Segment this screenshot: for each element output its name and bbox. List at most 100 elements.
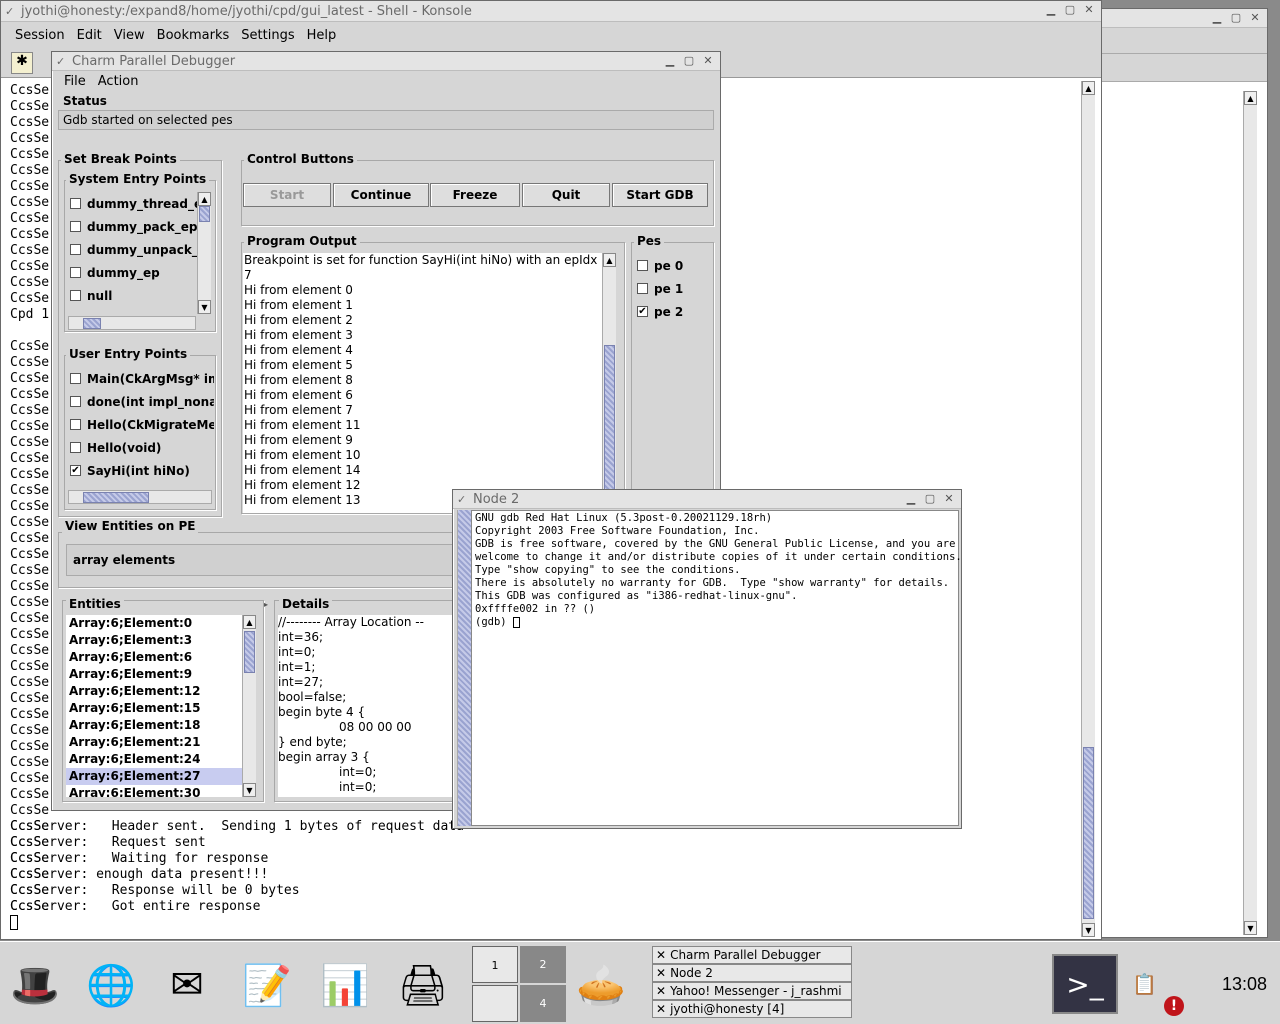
scrollbar-thumb[interactable] <box>604 345 615 505</box>
pager-desktop-4[interactable]: 4 <box>520 985 566 1022</box>
clock[interactable]: 13:08 <box>1222 974 1267 995</box>
scroll-up-icon[interactable]: ▲ <box>1082 81 1095 95</box>
checkbox[interactable]: ✔ <box>70 465 81 476</box>
checkbox[interactable] <box>70 267 81 278</box>
checkbox[interactable] <box>70 419 81 430</box>
start-gdb-button[interactable]: Start GDB <box>612 183 708 207</box>
list-item[interactable]: Array:6;Element:3 <box>66 632 243 649</box>
list-item[interactable]: Array:6;Element:9 <box>66 666 243 683</box>
scroll-down-icon[interactable]: ▼ <box>243 783 256 797</box>
checkbox-item[interactable]: dummy_unpack_e <box>70 238 198 261</box>
system-ep-hscroll[interactable] <box>68 316 196 330</box>
email-icon[interactable]: ✉ <box>156 952 218 1018</box>
list-item[interactable]: Array:6;Element:15 <box>66 700 243 717</box>
web-browser-icon[interactable]: 🌐 <box>80 952 142 1018</box>
window-menu-icon[interactable]: ✓ <box>5 5 17 18</box>
freeze-button[interactable]: Freeze <box>430 183 520 207</box>
checkbox-item[interactable]: dummy_thread_ep <box>70 192 198 215</box>
checkbox[interactable] <box>637 283 648 294</box>
checkbox-item[interactable]: ✔ pe 2 <box>637 300 707 323</box>
checkbox-item[interactable]: dummy_ep <box>70 261 198 284</box>
terminal-launcher-icon[interactable]: >_ <box>1052 954 1118 1014</box>
continue-button[interactable]: Continue <box>333 183 429 207</box>
node2-titlebar[interactable]: ✓ Node 2 ▁ ▢ ✕ <box>453 490 961 509</box>
checkbox-item[interactable]: ✔ SayHi(int hiNo) <box>70 459 214 482</box>
list-item[interactable]: Array:6;Element:0 <box>66 615 243 632</box>
menu-bookmarks[interactable]: Bookmarks <box>151 28 236 43</box>
pager-desktop-1[interactable]: 1 <box>472 946 518 983</box>
start-button[interactable]: Start <box>243 183 331 207</box>
minimize-icon[interactable]: ▁ <box>1043 2 1059 17</box>
checkbox-item[interactable]: pe 1 <box>637 277 707 300</box>
maximize-icon[interactable]: ▢ <box>1062 2 1078 17</box>
checkbox-item[interactable]: null <box>70 284 198 307</box>
redhat-menu-icon[interactable]: 🎩 <box>4 952 66 1018</box>
new-session-icon[interactable]: ✱ <box>11 52 33 74</box>
quit-button[interactable]: Quit <box>522 183 610 207</box>
maximize-icon[interactable]: ▢ <box>681 53 697 68</box>
printer-icon[interactable]: 🖨 <box>392 952 454 1018</box>
maximize-icon[interactable]: ▢ <box>1228 10 1244 25</box>
debugger-titlebar[interactable]: ✓ Charm Parallel Debugger ▁ ▢ ✕ <box>52 52 720 71</box>
node2-scrollbar[interactable] <box>457 510 471 826</box>
checkbox[interactable]: ✔ <box>637 306 648 317</box>
taskbar-task[interactable]: ✕ Charm Parallel Debugger <box>652 946 852 964</box>
gdb-terminal[interactable]: GNU gdb Red Hat Linux (5.3post-0.2002112… <box>471 510 962 826</box>
program-output[interactable]: Breakpoint is set for function SayHi(int… <box>243 253 611 513</box>
menu-view[interactable]: View <box>108 28 151 43</box>
konsole-scrollbar[interactable]: ▲ ▼ <box>1081 81 1095 937</box>
konsole-titlebar[interactable]: ✓ jyothi@honesty:/expand8/home/jyothi/cp… <box>1 1 1101 22</box>
list-item[interactable]: Array:6;Element:12 <box>66 683 243 700</box>
menu-session[interactable]: Session <box>9 28 71 43</box>
background-window-titlebar[interactable]: ▁ ▢ ✕ <box>1101 9 1267 28</box>
terminal-text-bottom[interactable]: CcsServer: Header sent. Sending 1 bytes … <box>10 819 480 915</box>
window-menu-icon[interactable]: ✓ <box>56 55 68 68</box>
scrollbar-thumb[interactable] <box>83 492 149 503</box>
entities-vscroll[interactable]: ▲ ▼ <box>242 615 256 797</box>
checkbox[interactable] <box>70 221 81 232</box>
pager-desktop-3[interactable] <box>472 985 518 1022</box>
checkbox-item[interactable]: dummy_pack_ep <box>70 215 198 238</box>
scroll-down-icon[interactable]: ▼ <box>198 300 211 314</box>
minimize-icon[interactable]: ▁ <box>903 491 919 506</box>
checkbox[interactable] <box>70 442 81 453</box>
scrollbar-thumb[interactable] <box>199 206 210 222</box>
scroll-down-icon[interactable]: ▼ <box>1244 921 1257 935</box>
checkbox-item[interactable]: Main(CkArgMsg* im <box>70 367 214 390</box>
minimize-icon[interactable]: ▁ <box>662 53 678 68</box>
list-item[interactable]: Array:6;Element:21 <box>66 734 243 751</box>
checkbox[interactable] <box>70 198 81 209</box>
splitter-handle[interactable]: ▸ <box>264 600 270 802</box>
checkbox[interactable] <box>70 373 81 384</box>
close-icon[interactable]: ✕ <box>1247 10 1263 25</box>
list-item[interactable]: Array:6;Element:18 <box>66 717 243 734</box>
list-item[interactable]: Array:6;Element:6 <box>66 649 243 666</box>
user-ep-hscroll[interactable] <box>68 490 212 504</box>
scroll-up-icon[interactable]: ▲ <box>198 192 211 206</box>
minimize-icon[interactable]: ▁ <box>1209 10 1225 25</box>
system-ep-vscroll[interactable]: ▲ ▼ <box>197 192 211 314</box>
scroll-down-icon[interactable]: ▼ <box>1082 923 1095 937</box>
checkbox[interactable] <box>637 260 648 271</box>
output-vscroll[interactable]: ▲ <box>602 253 616 513</box>
scroll-up-icon[interactable]: ▲ <box>603 253 616 267</box>
checkbox[interactable] <box>70 396 81 407</box>
taskbar-task[interactable]: ✕ Yahoo! Messenger - j_rashmi <box>652 982 852 1000</box>
checkbox-item[interactable]: Hello(CkMigrateMes <box>70 413 214 436</box>
list-item[interactable]: Array:6;Element:30 <box>66 785 243 797</box>
entities-list[interactable]: Array:6;Element:0 Array:6;Element:3 Array:… <box>66 615 243 797</box>
list-item[interactable]: Array:6;Element:27 <box>66 768 243 785</box>
impress-icon[interactable]: 📊 <box>314 952 376 1018</box>
writer-icon[interactable]: 📝 <box>236 952 298 1018</box>
menu-action[interactable]: Action <box>92 74 145 89</box>
scrollbar-thumb[interactable] <box>244 631 255 673</box>
taskbar-task[interactable]: ✕ Node 2 <box>652 964 852 982</box>
menu-file[interactable]: File <box>58 74 92 89</box>
close-icon[interactable]: ✕ <box>941 491 957 506</box>
alert-icon[interactable]: ! <box>1164 996 1184 1016</box>
menu-help[interactable]: Help <box>301 28 343 43</box>
checkbox-item[interactable]: Hello(void) <box>70 436 214 459</box>
checkbox[interactable] <box>70 244 81 255</box>
menu-settings[interactable]: Settings <box>235 28 300 43</box>
window-menu-icon[interactable]: ✓ <box>457 493 469 506</box>
